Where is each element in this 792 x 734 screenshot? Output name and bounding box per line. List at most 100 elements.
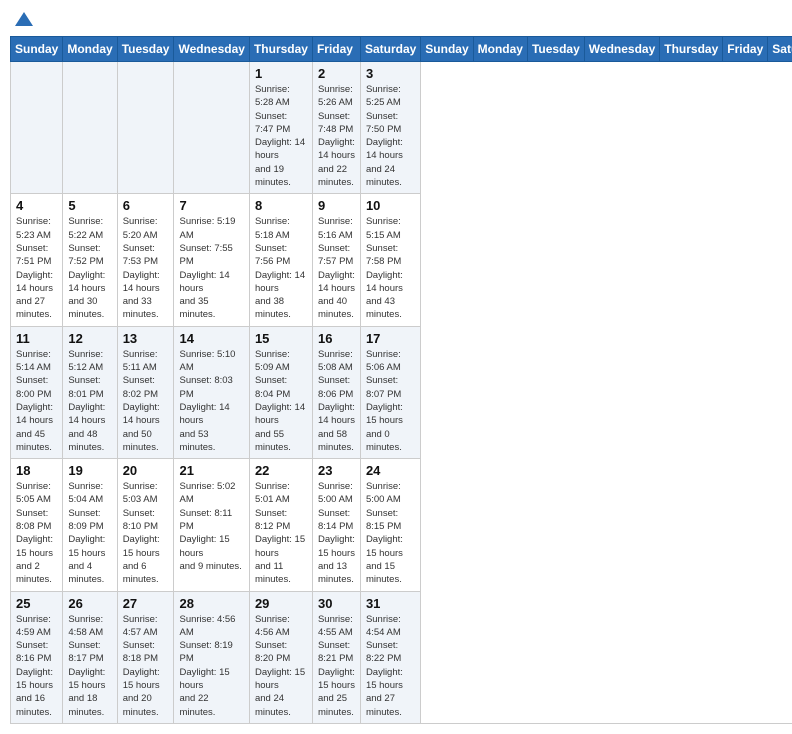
col-header-wednesday: Wednesday: [174, 37, 249, 62]
day-number: 6: [123, 198, 169, 213]
day-info: Sunrise: 5:19 AM Sunset: 7:55 PM Dayligh…: [179, 215, 243, 321]
day-cell: 29 Sunrise: 4:56 AM Sunset: 8:20 PM Dayli…: [249, 591, 312, 723]
day-info: Sunrise: 5:04 AM Sunset: 8:09 PM Dayligh…: [68, 480, 111, 586]
day-number: 9: [318, 198, 355, 213]
day-number: 22: [255, 463, 307, 478]
col-header-thursday: Thursday: [660, 37, 723, 62]
day-number: 18: [16, 463, 57, 478]
day-number: 25: [16, 596, 57, 611]
day-cell: [11, 62, 63, 194]
day-cell: 28 Sunrise: 4:56 AM Sunset: 8:19 PM Dayli…: [174, 591, 249, 723]
week-row-4: 18 Sunrise: 5:05 AM Sunset: 8:08 PM Dayli…: [11, 459, 792, 591]
col-header-tuesday: Tuesday: [117, 37, 174, 62]
day-number: 3: [366, 66, 415, 81]
day-info: Sunrise: 5:14 AM Sunset: 8:00 PM Dayligh…: [16, 348, 57, 454]
day-info: Sunrise: 4:57 AM Sunset: 8:18 PM Dayligh…: [123, 613, 169, 719]
day-info: Sunrise: 4:58 AM Sunset: 8:17 PM Dayligh…: [68, 613, 111, 719]
day-number: 30: [318, 596, 355, 611]
day-cell: [174, 62, 249, 194]
day-cell: [117, 62, 174, 194]
day-cell: 24Sunrise: 5:00 AM Sunset: 8:15 PM Dayli…: [360, 459, 420, 591]
day-number: 2: [318, 66, 355, 81]
day-cell: 23Sunrise: 5:00 AM Sunset: 8:14 PM Dayli…: [312, 459, 360, 591]
day-number: 17: [366, 331, 415, 346]
calendar-table: SundayMondayTuesdayWednesdayThursdayFrid…: [10, 36, 792, 724]
col-header-saturday: Saturday: [360, 37, 420, 62]
day-number: 28: [179, 596, 243, 611]
day-info: Sunrise: 5:16 AM Sunset: 7:57 PM Dayligh…: [318, 215, 355, 321]
week-row-1: 1 Sunrise: 5:28 AM Sunset: 7:47 PM Daylig…: [11, 62, 792, 194]
col-header-tuesday: Tuesday: [527, 37, 584, 62]
day-cell: 9 Sunrise: 5:16 AM Sunset: 7:57 PM Daylig…: [312, 194, 360, 326]
day-info: Sunrise: 4:56 AM Sunset: 8:20 PM Dayligh…: [255, 613, 307, 719]
day-cell: 21 Sunrise: 5:02 AM Sunset: 8:11 PM Dayli…: [174, 459, 249, 591]
day-number: 27: [123, 596, 169, 611]
day-number: 7: [179, 198, 243, 213]
day-info: Sunrise: 5:26 AM Sunset: 7:48 PM Dayligh…: [318, 83, 355, 189]
week-row-5: 25 Sunrise: 4:59 AM Sunset: 8:16 PM Dayli…: [11, 591, 792, 723]
day-number: 4: [16, 198, 57, 213]
day-number: 14: [179, 331, 243, 346]
logo: [14, 10, 33, 28]
day-number: 15: [255, 331, 307, 346]
day-cell: 16Sunrise: 5:08 AM Sunset: 8:06 PM Dayli…: [312, 326, 360, 458]
logo-icon: [15, 10, 33, 28]
col-header-thursday: Thursday: [249, 37, 312, 62]
col-header-sunday: Sunday: [421, 37, 473, 62]
day-info: Sunrise: 5:28 AM Sunset: 7:47 PM Dayligh…: [255, 83, 307, 189]
day-cell: 8Sunrise: 5:18 AM Sunset: 7:56 PM Daylig…: [249, 194, 312, 326]
day-cell: 12 Sunrise: 5:12 AM Sunset: 8:01 PM Dayli…: [63, 326, 117, 458]
day-number: 29: [255, 596, 307, 611]
day-info: Sunrise: 5:15 AM Sunset: 7:58 PM Dayligh…: [366, 215, 415, 321]
header-row: SundayMondayTuesdayWednesdayThursdayFrid…: [11, 37, 792, 62]
day-info: Sunrise: 4:54 AM Sunset: 8:22 PM Dayligh…: [366, 613, 415, 719]
day-cell: 22 Sunrise: 5:01 AM Sunset: 8:12 PM Dayli…: [249, 459, 312, 591]
day-cell: 7 Sunrise: 5:19 AM Sunset: 7:55 PM Daylig…: [174, 194, 249, 326]
day-info: Sunrise: 4:55 AM Sunset: 8:21 PM Dayligh…: [318, 613, 355, 719]
day-info: Sunrise: 5:12 AM Sunset: 8:01 PM Dayligh…: [68, 348, 111, 454]
day-info: Sunrise: 5:11 AM Sunset: 8:02 PM Dayligh…: [123, 348, 169, 454]
day-number: 21: [179, 463, 243, 478]
col-header-sunday: Sunday: [11, 37, 63, 62]
day-cell: 15Sunrise: 5:09 AM Sunset: 8:04 PM Dayli…: [249, 326, 312, 458]
day-info: Sunrise: 5:03 AM Sunset: 8:10 PM Dayligh…: [123, 480, 169, 586]
day-info: Sunrise: 5:10 AM Sunset: 8:03 PM Dayligh…: [179, 348, 243, 454]
col-header-friday: Friday: [312, 37, 360, 62]
day-cell: 2 Sunrise: 5:26 AM Sunset: 7:48 PM Daylig…: [312, 62, 360, 194]
day-cell: 5 Sunrise: 5:22 AM Sunset: 7:52 PM Daylig…: [63, 194, 117, 326]
day-number: 1: [255, 66, 307, 81]
day-info: Sunrise: 5:20 AM Sunset: 7:53 PM Dayligh…: [123, 215, 169, 321]
col-header-monday: Monday: [63, 37, 117, 62]
day-number: 5: [68, 198, 111, 213]
day-info: Sunrise: 5:22 AM Sunset: 7:52 PM Dayligh…: [68, 215, 111, 321]
day-cell: 31 Sunrise: 4:54 AM Sunset: 8:22 PM Dayli…: [360, 591, 420, 723]
day-number: 19: [68, 463, 111, 478]
col-header-friday: Friday: [723, 37, 768, 62]
day-number: 26: [68, 596, 111, 611]
day-info: Sunrise: 4:56 AM Sunset: 8:19 PM Dayligh…: [179, 613, 243, 719]
day-info: Sunrise: 5:02 AM Sunset: 8:11 PM Dayligh…: [179, 480, 243, 573]
day-number: 23: [318, 463, 355, 478]
day-number: 13: [123, 331, 169, 346]
day-cell: 20Sunrise: 5:03 AM Sunset: 8:10 PM Dayli…: [117, 459, 174, 591]
col-header-wednesday: Wednesday: [584, 37, 659, 62]
col-header-saturday: Saturday: [768, 37, 792, 62]
day-number: 12: [68, 331, 111, 346]
day-info: Sunrise: 5:06 AM Sunset: 8:07 PM Dayligh…: [366, 348, 415, 454]
day-cell: 27 Sunrise: 4:57 AM Sunset: 8:18 PM Dayli…: [117, 591, 174, 723]
day-cell: 11 Sunrise: 5:14 AM Sunset: 8:00 PM Dayli…: [11, 326, 63, 458]
day-info: Sunrise: 4:59 AM Sunset: 8:16 PM Dayligh…: [16, 613, 57, 719]
week-row-3: 11 Sunrise: 5:14 AM Sunset: 8:00 PM Dayli…: [11, 326, 792, 458]
day-cell: 19 Sunrise: 5:04 AM Sunset: 8:09 PM Dayli…: [63, 459, 117, 591]
day-info: Sunrise: 5:05 AM Sunset: 8:08 PM Dayligh…: [16, 480, 57, 586]
day-cell: 10Sunrise: 5:15 AM Sunset: 7:58 PM Dayli…: [360, 194, 420, 326]
day-number: 31: [366, 596, 415, 611]
page-header: [10, 10, 782, 28]
day-cell: 6 Sunrise: 5:20 AM Sunset: 7:53 PM Daylig…: [117, 194, 174, 326]
day-cell: 13 Sunrise: 5:11 AM Sunset: 8:02 PM Dayli…: [117, 326, 174, 458]
day-cell: 17 Sunrise: 5:06 AM Sunset: 8:07 PM Dayli…: [360, 326, 420, 458]
day-info: Sunrise: 5:01 AM Sunset: 8:12 PM Dayligh…: [255, 480, 307, 586]
day-cell: 14 Sunrise: 5:10 AM Sunset: 8:03 PM Dayli…: [174, 326, 249, 458]
day-info: Sunrise: 5:08 AM Sunset: 8:06 PM Dayligh…: [318, 348, 355, 454]
day-number: 11: [16, 331, 57, 346]
